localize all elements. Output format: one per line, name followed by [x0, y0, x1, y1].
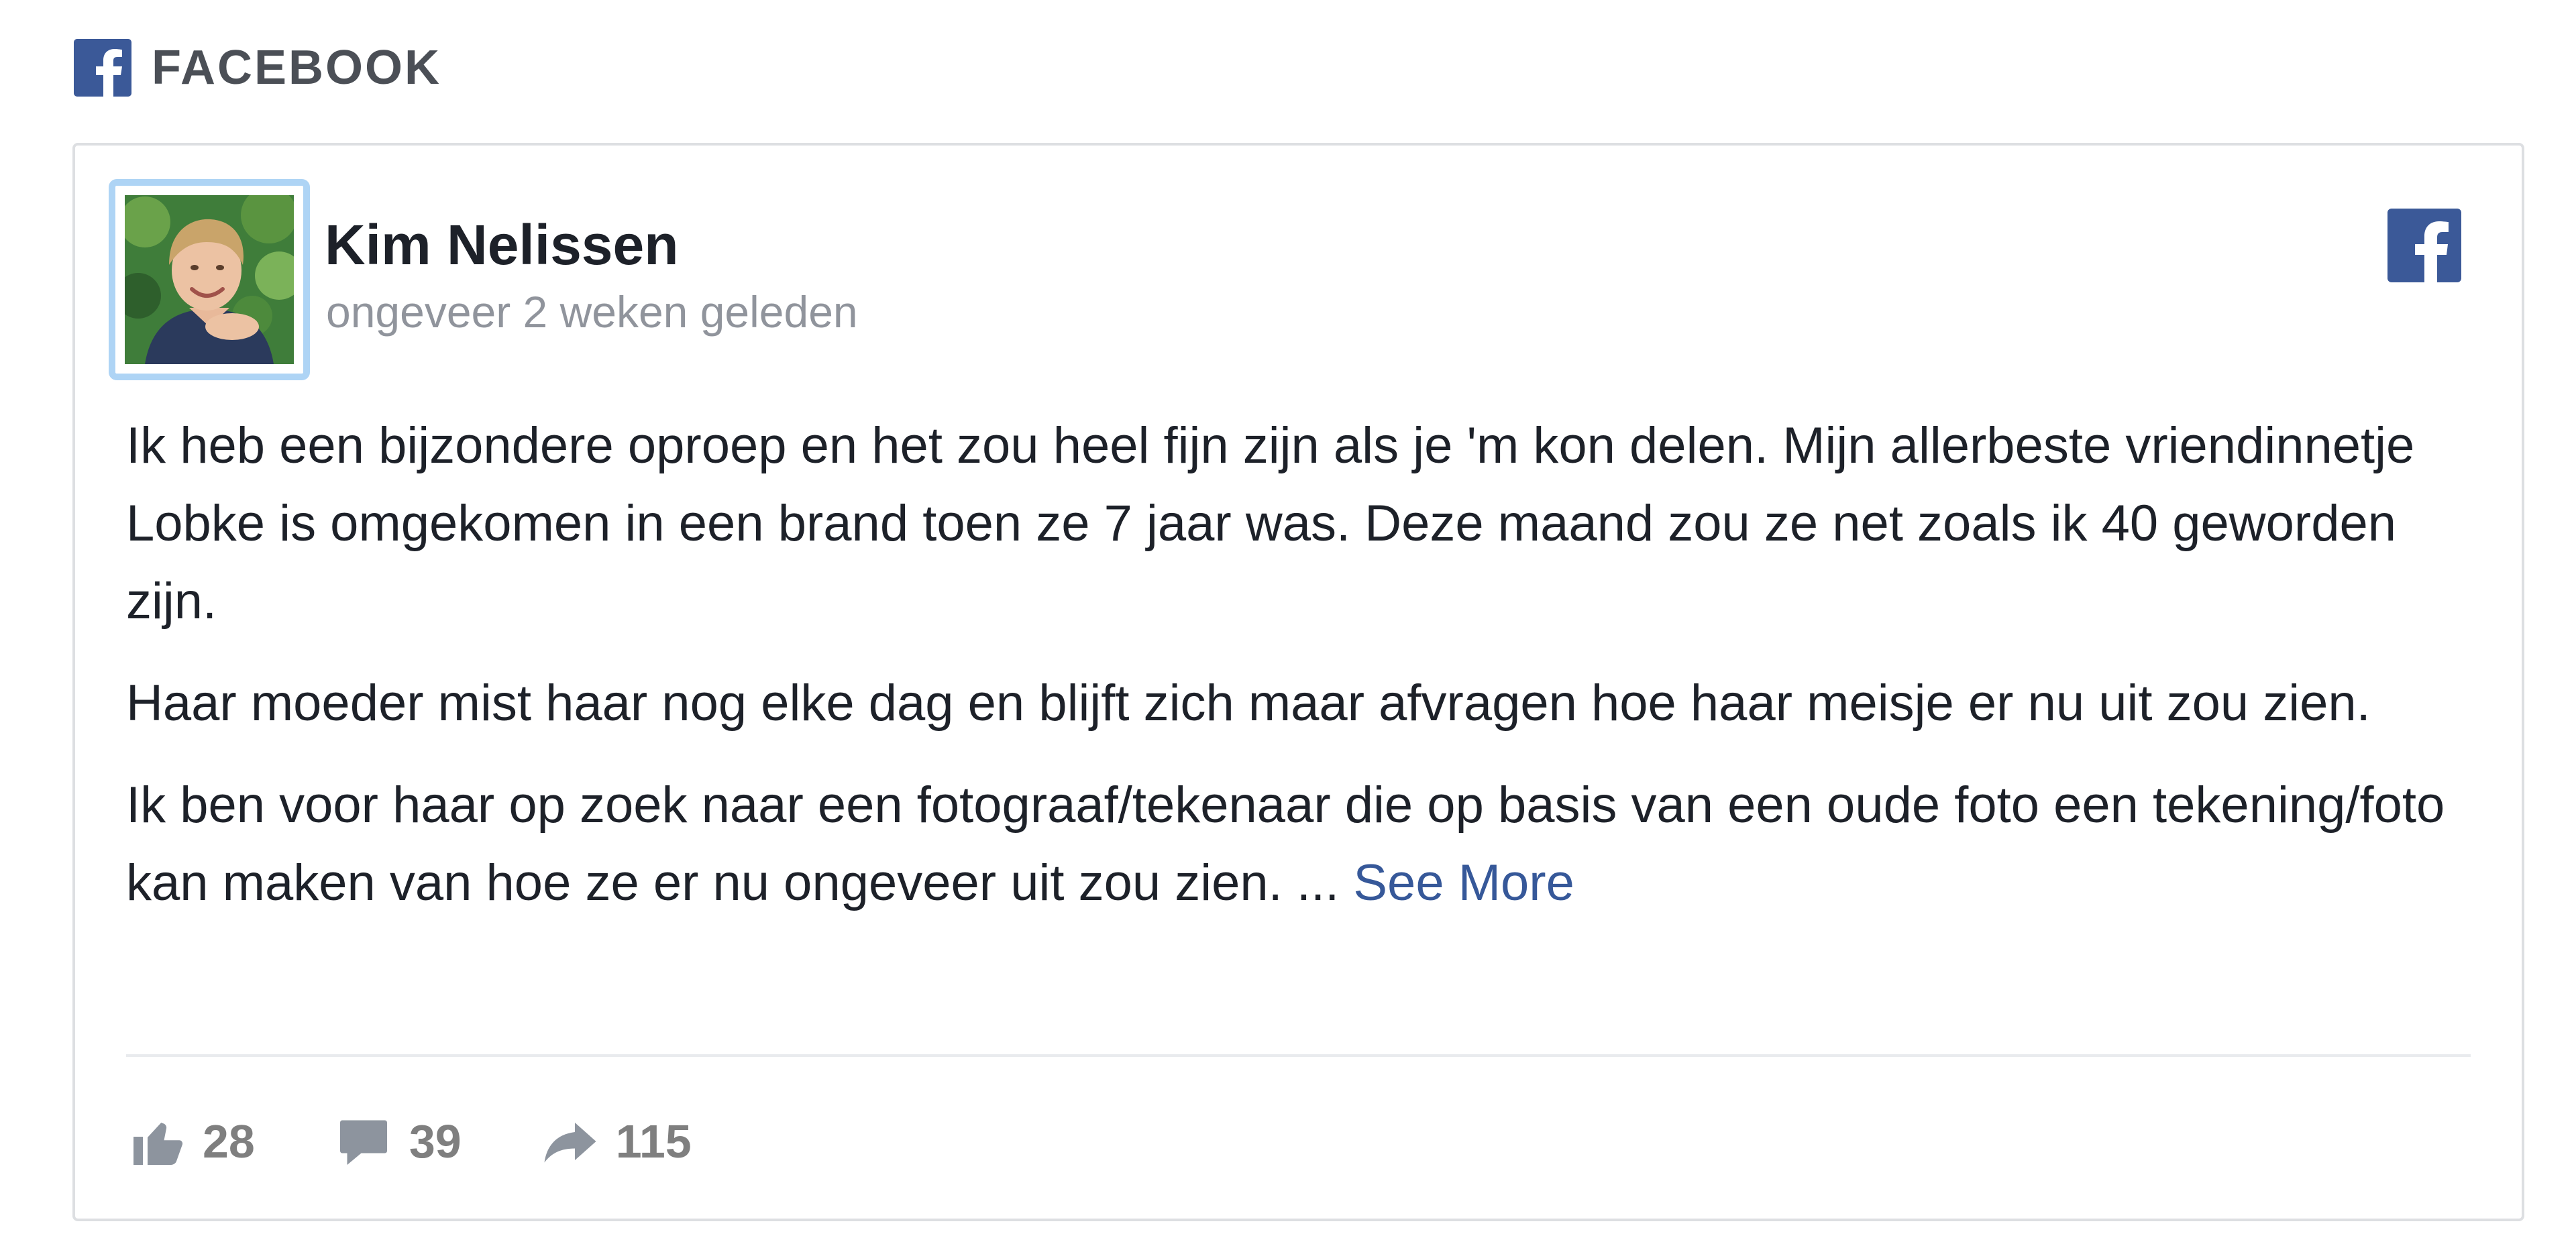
embed-source-header: FACEBOOK: [74, 39, 441, 97]
see-more-link[interactable]: See More: [1353, 854, 1574, 911]
thumbs-up-icon: [133, 1123, 183, 1165]
comment-stat[interactable]: 39: [335, 1113, 462, 1170]
like-count: 28: [203, 1115, 255, 1168]
author-name[interactable]: Kim Nelissen: [325, 213, 679, 278]
post-paragraph: Haar moeder mist haar nog elke dag en bl…: [126, 675, 2371, 732]
post-body: Ik heb een bijzondere oproep en het zou …: [126, 407, 2487, 946]
avatar[interactable]: [125, 195, 294, 364]
post-paragraph-last: Ik ben voor haar op zoek naar een fotogr…: [126, 767, 2487, 922]
post-paragraph-text: Ik ben voor haar op zoek naar een fotogr…: [126, 777, 2445, 911]
comment-bubble-icon: [339, 1120, 387, 1165]
divider: [126, 1054, 2471, 1057]
comment-count: 39: [409, 1115, 462, 1168]
share-arrow-icon: [544, 1123, 596, 1163]
author-avatar-frame[interactable]: [109, 179, 310, 380]
engagement-stats: 28 39 115: [129, 1105, 772, 1178]
facebook-post-card: Kim Nelissen ongeveer 2 weken geleden Ik…: [72, 143, 2524, 1221]
avatar-photo: [125, 195, 294, 364]
share-count: 115: [615, 1115, 692, 1168]
source-label: FACEBOOK: [152, 41, 442, 95]
facebook-logo-icon: [74, 39, 131, 97]
like-stat[interactable]: 28: [129, 1113, 255, 1170]
share-stat[interactable]: 115: [542, 1113, 692, 1170]
facebook-corner-icon[interactable]: [2387, 209, 2461, 282]
post-timestamp[interactable]: ongeveer 2 weken geleden: [326, 286, 858, 337]
post-paragraph: Ik heb een bijzondere oproep en het zou …: [126, 417, 2415, 630]
